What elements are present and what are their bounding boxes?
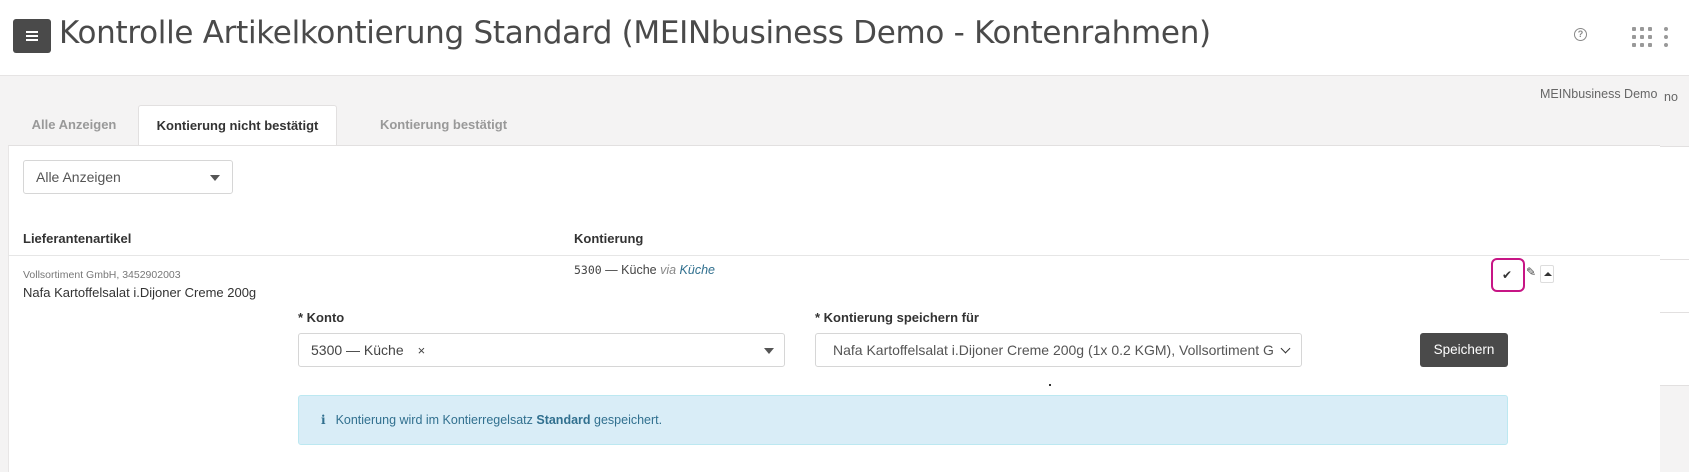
app-header: Kontrolle Artikelkontierung Standard (ME… — [0, 0, 1689, 76]
stray-dot — [1049, 384, 1051, 386]
page-title: Kontrolle Artikelkontierung Standard (ME… — [59, 15, 1211, 51]
caret-down-icon — [764, 348, 774, 354]
dropup-button[interactable] — [1540, 265, 1554, 283]
clear-icon[interactable]: × — [418, 343, 426, 358]
company-extra: no — [1664, 90, 1678, 104]
hamburger-icon — [26, 31, 38, 41]
help-icon[interactable]: ? — [1574, 28, 1587, 41]
save-for-select-value: Nafa Kartoffelsalat i.Dijoner Creme 200g… — [833, 342, 1273, 358]
confirm-button[interactable]: ✔ — [1491, 258, 1525, 292]
info-alert: i Kontierung wird im Kontierregelsatz Sta… — [298, 395, 1508, 445]
caret-down-icon — [210, 175, 220, 181]
konto-name: — Küche — [601, 263, 661, 277]
via-link[interactable]: Küche — [680, 263, 715, 277]
kontierung-value: 5300 — Küche via Küche — [574, 263, 715, 277]
info-icon: i — [321, 413, 326, 427]
article-name: Nafa Kartoffelsalat i.Dijoner Creme 200g — [23, 285, 257, 300]
side-panel-edge — [1660, 146, 1689, 386]
kebab-icon[interactable] — [1664, 27, 1668, 47]
tab-all[interactable]: Alle Anzeigen — [10, 105, 138, 145]
caret-up-icon — [1544, 272, 1552, 276]
supplier-info: Vollsortiment GmbH, 3452902003 — [23, 269, 181, 281]
menu-button[interactable] — [13, 19, 51, 53]
save-button[interactable]: Speichern — [1420, 333, 1508, 367]
filter-select[interactable]: Alle Anzeigen — [23, 160, 233, 194]
company-name: MEINbusiness Demo — [1540, 87, 1658, 101]
check-icon: ✔ — [1502, 268, 1513, 282]
tab-not-confirmed[interactable]: Kontierung nicht bestätigt — [138, 105, 337, 146]
info-text-before: Kontierung wird im Kontierregelsatz — [335, 413, 537, 427]
save-for-select[interactable]: Nafa Kartoffelsalat i.Dijoner Creme 200g… — [815, 333, 1302, 367]
konto-select-value: 5300 — Küche — [311, 342, 404, 358]
filter-select-value: Alle Anzeigen — [36, 169, 121, 185]
info-ruleset: Standard — [536, 413, 591, 427]
chevron-down-icon — [1280, 343, 1291, 354]
save-for-label: * Kontierung speichern für — [815, 310, 979, 325]
konto-select[interactable]: 5300 — Küche × — [298, 333, 785, 367]
info-text-after: gespeichert. — [590, 413, 663, 427]
tab-confirmed[interactable]: Kontierung bestätigt — [337, 105, 550, 145]
column-header-kontierung: Kontierung — [574, 231, 644, 246]
via-label: via — [660, 263, 677, 277]
konto-code: 5300 — [574, 263, 602, 277]
column-header-article: Lieferantenartikel — [23, 231, 132, 246]
grid-icon[interactable] — [1632, 27, 1652, 47]
konto-label: * Konto — [298, 310, 345, 325]
pencil-icon[interactable]: ✎ — [1526, 265, 1540, 281]
header-divider — [8, 255, 1660, 256]
